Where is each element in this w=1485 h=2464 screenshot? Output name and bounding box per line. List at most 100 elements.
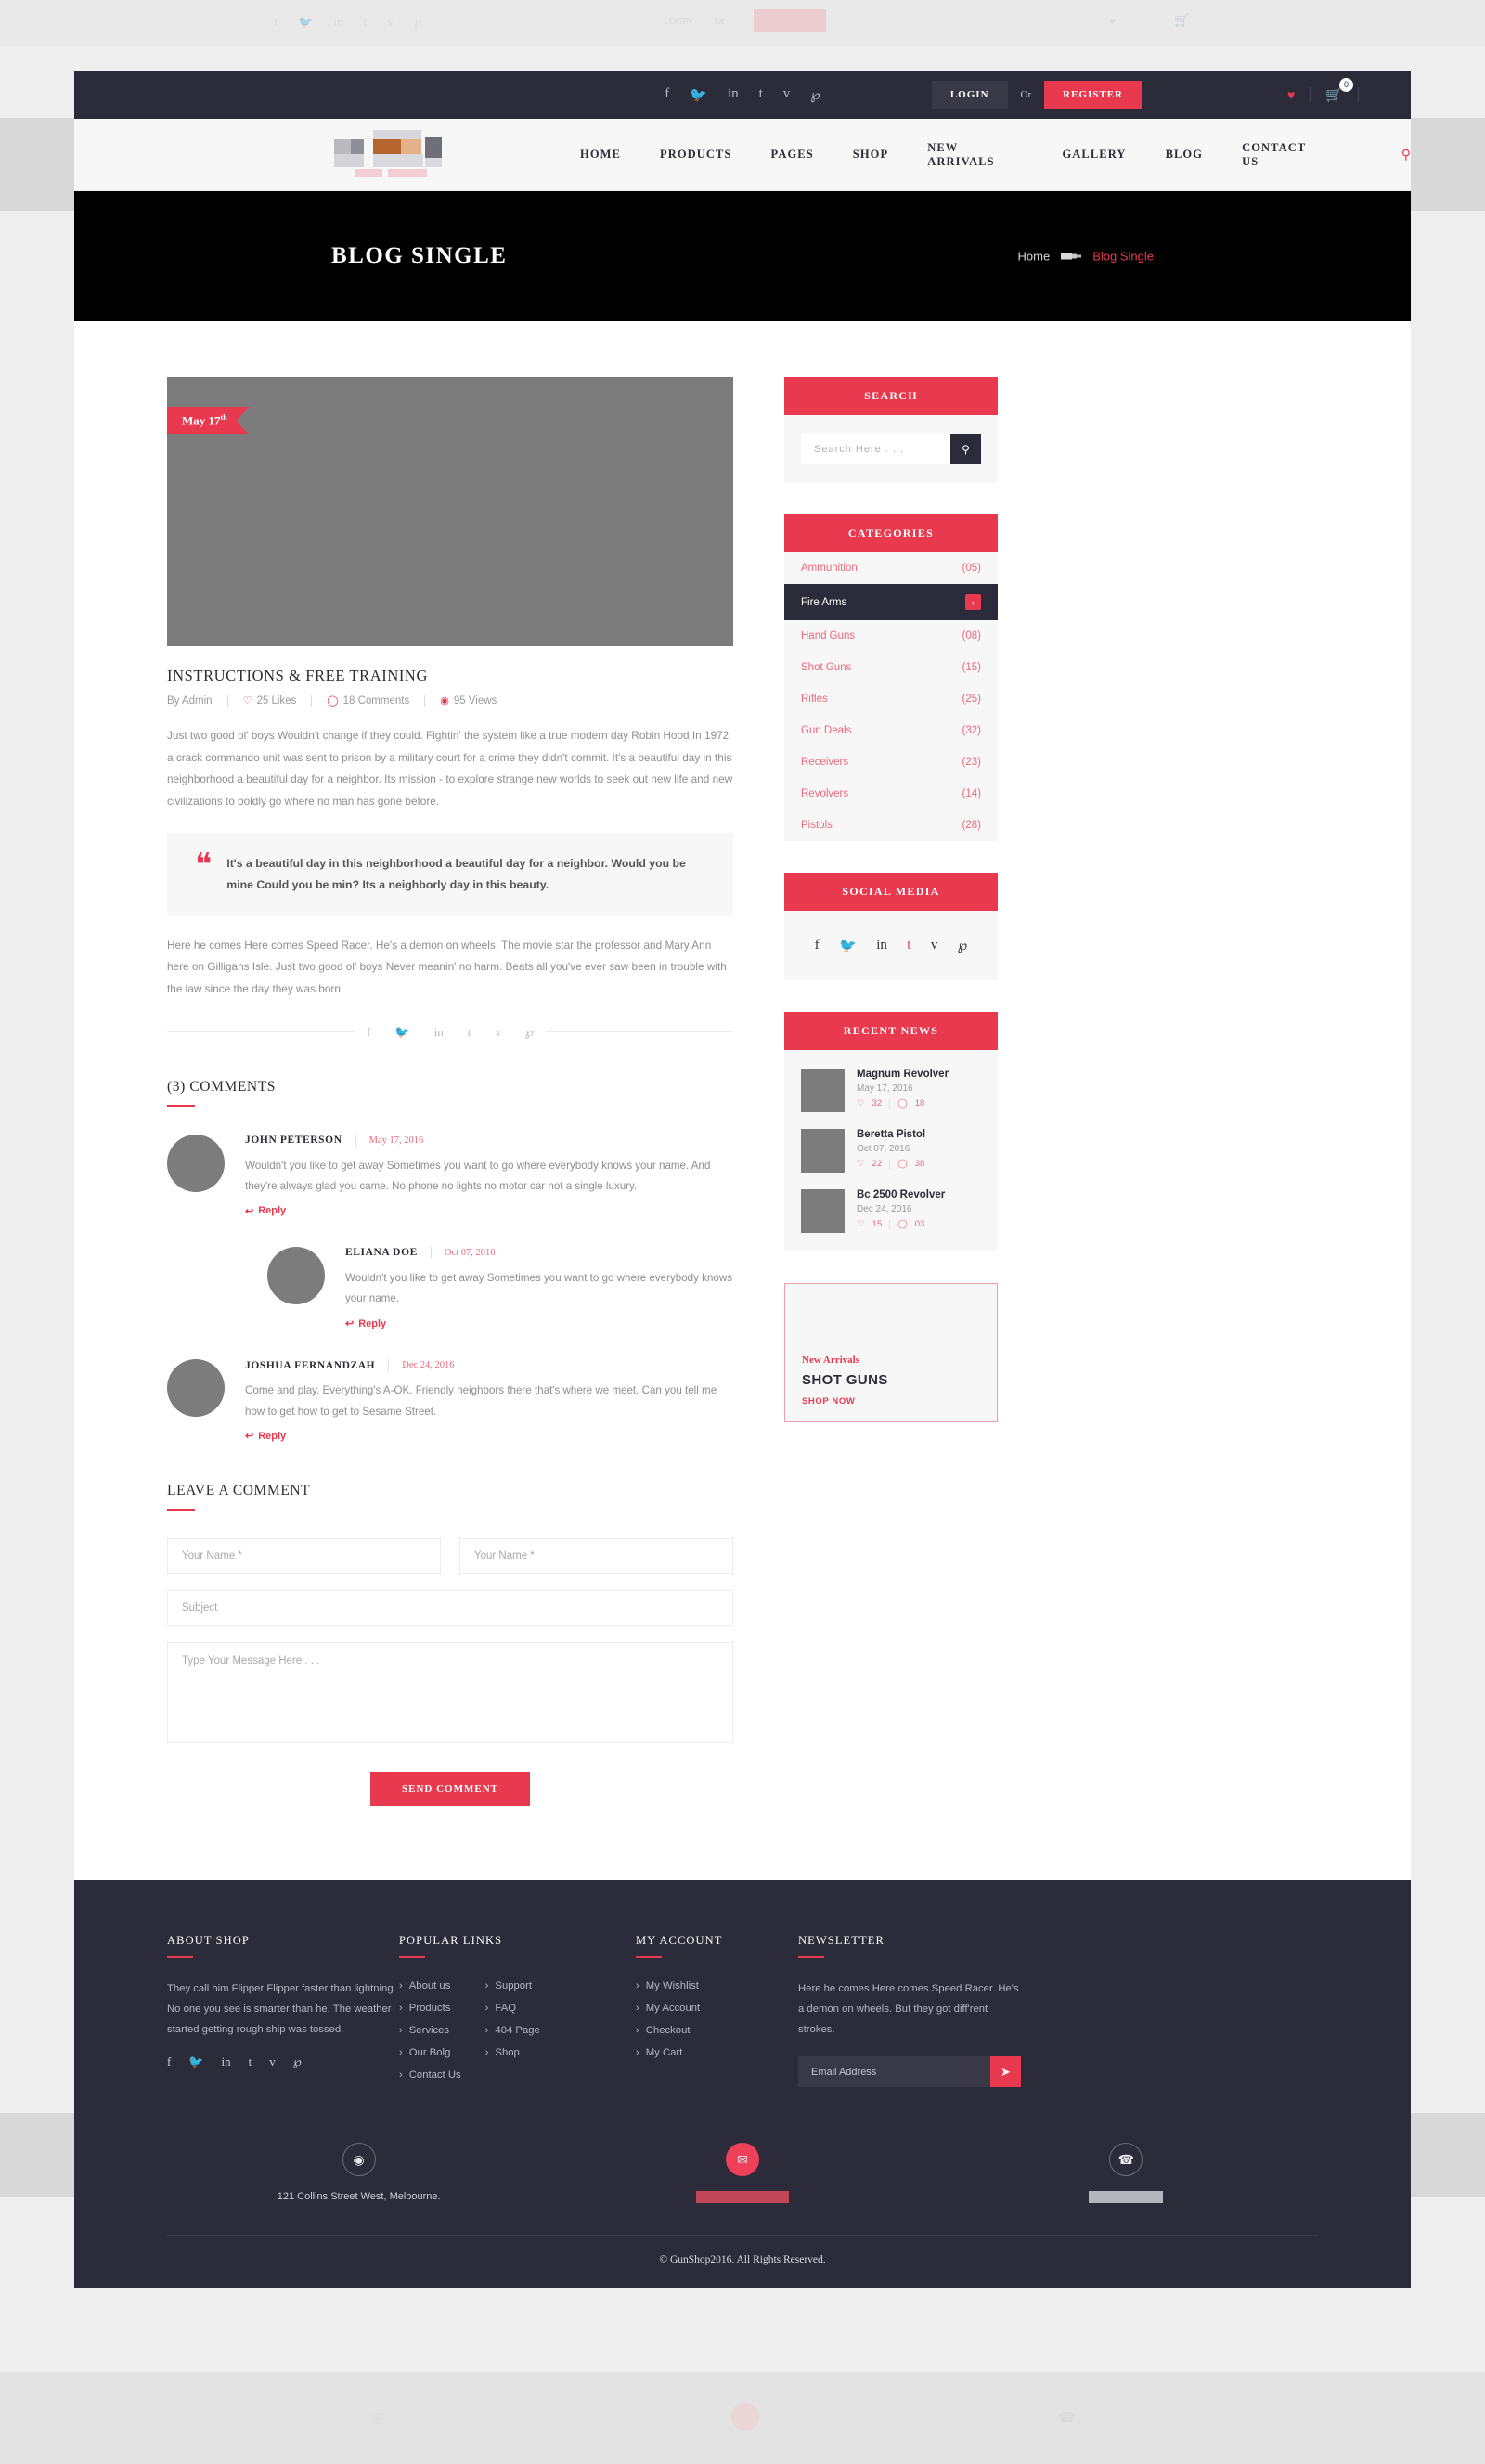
facebook-icon[interactable]: f	[815, 938, 820, 953]
twitter-icon[interactable]: 🐦	[188, 2055, 203, 2069]
cart-icon[interactable]: 🛒 0	[1325, 78, 1353, 103]
comment-author: ELIANA DOE	[345, 1247, 418, 1259]
category-label: Shot Guns	[801, 662, 852, 673]
footer-link-about-us[interactable]: About us	[399, 1980, 461, 1991]
linkedin-icon[interactable]: in	[422, 1025, 456, 1040]
pinterest-icon[interactable]: ℘	[958, 937, 967, 954]
footer-link-faq[interactable]: FAQ	[485, 2003, 540, 2014]
promo-shop-now-link[interactable]: SHOP NOW	[802, 1396, 888, 1407]
footer-link-our-blog[interactable]: Our Bolg	[399, 2047, 461, 2058]
category-item-shot-guns[interactable]: Shot Guns (15)	[784, 652, 998, 683]
vimeo-icon[interactable]: v	[269, 2055, 276, 2069]
tumblr-icon[interactable]: t	[907, 938, 910, 953]
footer-link-support[interactable]: Support	[485, 1980, 540, 1991]
breadcrumb-home[interactable]: Home	[1018, 250, 1051, 264]
footer-social-list: f 🐦 in t v ℘	[167, 2055, 399, 2069]
nav-item-shop[interactable]: SHOP	[853, 148, 888, 162]
nav-item-contact-us[interactable]: CONTACT US	[1242, 141, 1323, 169]
category-item-fire-arms[interactable]: Fire Arms ›	[784, 584, 998, 620]
category-item-receivers[interactable]: Receivers (23)	[784, 746, 998, 778]
category-item-gun-deals[interactable]: Gun Deals (32)	[784, 715, 998, 746]
facebook-icon[interactable]: f	[355, 1025, 382, 1040]
post-comments[interactable]: ◯ 18 Comments	[312, 694, 424, 707]
twitter-icon[interactable]: 🐦	[690, 86, 707, 104]
tumblr-icon[interactable]: t	[249, 2055, 252, 2069]
divider	[889, 1219, 891, 1229]
name-input[interactable]: Your Name *	[167, 1538, 441, 1575]
nav-item-products[interactable]: PRODUCTS	[660, 148, 732, 162]
site-header: HOME PRODUCTS PAGES SHOP NEW ARRIVALS GA…	[74, 119, 1411, 191]
search-input[interactable]: Search Here . . .	[801, 434, 950, 464]
pinterest-icon[interactable]: ℘	[293, 2055, 302, 2069]
send-comment-button[interactable]: SEND COMMENT	[370, 1772, 530, 1807]
avatar	[267, 1246, 325, 1304]
promo-banner[interactable]: New Arrivals SHOT GUNS SHOP NOW	[784, 1283, 998, 1422]
category-count: (14)	[962, 788, 981, 799]
nav-item-blog[interactable]: BLOG	[1166, 148, 1204, 162]
footer-contact-bar: ◉ 121 Collins Street West, Melbourne. ✉ …	[167, 2143, 1318, 2235]
news-item[interactable]: Bc 2500 Revolver Dec 24, 2016 ♡ 15 ◯ 03	[801, 1189, 981, 1233]
nav-item-home[interactable]: HOME	[580, 148, 621, 162]
footer-link-my-wishlist[interactable]: My Wishlist	[636, 1980, 700, 1991]
subject-input[interactable]: Subject	[167, 1590, 733, 1627]
footer-link-my-account[interactable]: My Account	[636, 2003, 700, 2014]
divider	[167, 1031, 355, 1033]
comment-icon: ◯	[897, 1159, 908, 1169]
search-submit-button[interactable]: ⚲	[950, 434, 981, 464]
news-item[interactable]: Magnum Revolver May 17, 2016 ♡ 32 ◯ 18	[801, 1069, 981, 1112]
email-input[interactable]: Your Name *	[459, 1538, 733, 1575]
site-logo[interactable]	[334, 129, 492, 180]
reply-button[interactable]: ↩ Reply	[245, 1430, 287, 1443]
twitter-icon[interactable]: 🐦	[382, 1025, 421, 1040]
search-icon[interactable]: ⚲	[1401, 147, 1411, 162]
vimeo-icon[interactable]: v	[783, 86, 791, 104]
reply-label: Reply	[258, 1430, 287, 1442]
category-count: (15)	[962, 662, 981, 673]
news-thumbnail	[801, 1189, 845, 1233]
vimeo-icon[interactable]: v	[931, 938, 938, 953]
facebook-icon[interactable]: f	[167, 2055, 171, 2069]
footer-link-404-page[interactable]: 404 Page	[485, 2025, 539, 2036]
comment-text: Wouldn't you like to get away Sometimes …	[345, 1271, 733, 1305]
pinterest-icon[interactable]: ℘	[810, 86, 820, 104]
nav-item-pages[interactable]: PAGES	[771, 148, 814, 162]
category-item-ammunition[interactable]: Ammunition (05)	[784, 552, 998, 584]
vimeo-icon[interactable]: v	[483, 1025, 513, 1040]
newsletter-submit-button[interactable]: ➤	[990, 2056, 1021, 2088]
linkedin-icon[interactable]: in	[876, 938, 887, 953]
tumblr-icon[interactable]: t	[456, 1025, 484, 1040]
reply-button[interactable]: ↩ Reply	[245, 1205, 286, 1217]
message-textarea[interactable]: Type Your Message Here . . .	[167, 1642, 733, 1744]
news-item[interactable]: Beretta Pistol Oct 07, 2016 ♡ 22 ◯ 38	[801, 1129, 981, 1173]
category-item-rifles[interactable]: Rifles (25)	[784, 683, 998, 715]
login-button[interactable]: LOGIN	[931, 81, 1008, 109]
pinterest-icon[interactable]: ℘	[513, 1025, 546, 1040]
tumblr-icon[interactable]: t	[759, 86, 763, 104]
footer-link-checkout[interactable]: Checkout	[636, 2025, 700, 2036]
facebook-icon[interactable]: f	[665, 86, 669, 104]
newsletter-email-input[interactable]: Email Address	[798, 2056, 990, 2088]
linkedin-icon[interactable]: in	[728, 86, 739, 104]
news-title: Bc 2500 Revolver	[857, 1189, 946, 1200]
comment-icon: ◯	[897, 1098, 908, 1109]
category-label: Rifles	[801, 694, 828, 705]
category-item-hand-guns[interactable]: Hand Guns (08)	[784, 620, 998, 652]
preview-cart-icon: 🛒	[1174, 13, 1190, 27]
quote-icon: ❝	[195, 849, 213, 884]
nav-item-gallery[interactable]: GALLERY	[1062, 148, 1126, 162]
reply-button[interactable]: ↩ Reply	[345, 1317, 386, 1330]
recent-news-title: RECENT NEWS	[784, 1012, 998, 1050]
footer-link-my-cart[interactable]: My Cart	[636, 2047, 700, 2058]
post-likes[interactable]: ♡ 25 Likes	[228, 694, 312, 707]
footer-link-products[interactable]: Products	[399, 2003, 461, 2014]
wishlist-icon[interactable]: ♥	[1287, 87, 1295, 102]
register-button[interactable]: REGISTER	[1044, 81, 1142, 109]
twitter-icon[interactable]: 🐦	[839, 937, 857, 954]
footer-link-services[interactable]: Services	[399, 2025, 461, 2036]
category-item-pistols[interactable]: Pistols (28)	[784, 810, 998, 841]
footer-link-contact-us[interactable]: Contact Us	[399, 2069, 461, 2081]
footer-link-shop[interactable]: Shop	[485, 2047, 540, 2058]
linkedin-icon[interactable]: in	[222, 2055, 231, 2069]
category-item-revolvers[interactable]: Revolvers (14)	[784, 778, 998, 810]
nav-item-new-arrivals[interactable]: NEW ARRIVALS	[927, 141, 1023, 169]
